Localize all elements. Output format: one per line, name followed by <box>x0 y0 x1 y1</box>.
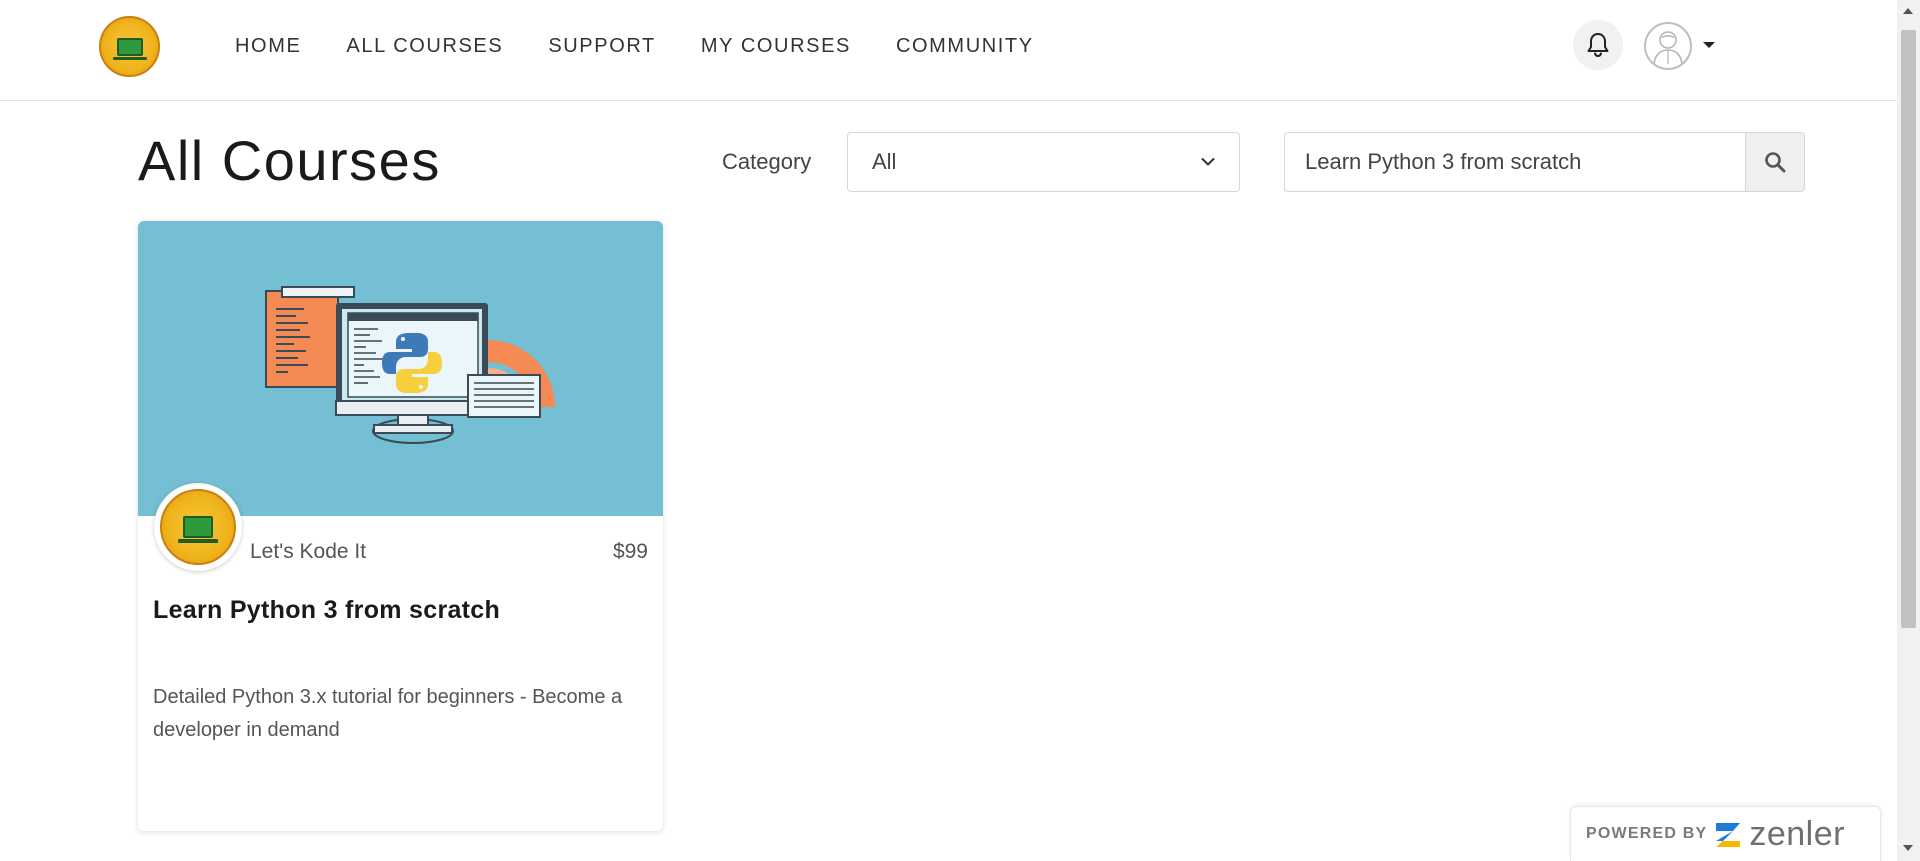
scroll-down-arrow-icon[interactable] <box>1903 845 1913 851</box>
scrollbar-thumb[interactable] <box>1901 30 1916 628</box>
lets-kode-it-logo <box>160 489 236 565</box>
page-title: All Courses <box>138 129 441 192</box>
course-description: Detailed Python 3.x tutorial for beginne… <box>153 686 623 741</box>
nav-support[interactable]: SUPPORT <box>548 32 656 60</box>
chevron-down-icon <box>1201 158 1215 166</box>
notifications-button[interactable] <box>1573 20 1623 70</box>
nav-all-courses[interactable]: ALL COURSES <box>346 32 503 60</box>
powered-by-label: POWERED BY <box>1586 825 1708 842</box>
search-box <box>1284 132 1805 192</box>
course-card[interactable]: Let's Kode It $99 Learn Python 3 from sc… <box>138 221 663 831</box>
category-selected-value: All <box>872 149 897 174</box>
powered-by-badge[interactable]: POWERED BY zenler <box>1570 806 1881 861</box>
category-label: Category <box>722 149 812 174</box>
site-header: HOME ALL COURSES SUPPORT MY COURSES COMM… <box>0 0 1897 101</box>
course-thumbnail[interactable] <box>138 221 663 516</box>
course-price: $99 <box>612 540 648 563</box>
nav-my-courses[interactable]: MY COURSES <box>701 32 851 60</box>
zenler-brand: zenler <box>1749 814 1845 853</box>
author-avatar[interactable] <box>154 483 242 571</box>
laptop-icon <box>178 516 218 543</box>
python-desktop-illustration <box>265 286 555 444</box>
course-title[interactable]: Learn Python 3 from scratch <box>153 593 500 627</box>
search-button[interactable] <box>1745 133 1804 191</box>
main-nav: HOME ALL COURSES SUPPORT MY COURSES COMM… <box>235 32 1079 60</box>
laptop-icon <box>112 37 147 60</box>
page-scrollbar[interactable] <box>1897 0 1920 861</box>
user-avatar-icon <box>1653 31 1683 65</box>
zenler-logo-icon <box>1716 823 1741 847</box>
user-avatar[interactable] <box>1644 22 1692 70</box>
course-author: Let's Kode It <box>250 540 367 563</box>
site-logo[interactable] <box>99 16 160 77</box>
category-select[interactable]: All <box>847 132 1240 192</box>
search-input[interactable] <box>1285 133 1745 191</box>
bell-icon <box>1587 33 1609 58</box>
search-icon <box>1765 152 1786 173</box>
scroll-up-arrow-icon[interactable] <box>1903 8 1913 14</box>
caret-down-icon[interactable] <box>1703 42 1715 48</box>
nav-community[interactable]: COMMUNITY <box>896 32 1034 60</box>
nav-home[interactable]: HOME <box>235 32 301 60</box>
